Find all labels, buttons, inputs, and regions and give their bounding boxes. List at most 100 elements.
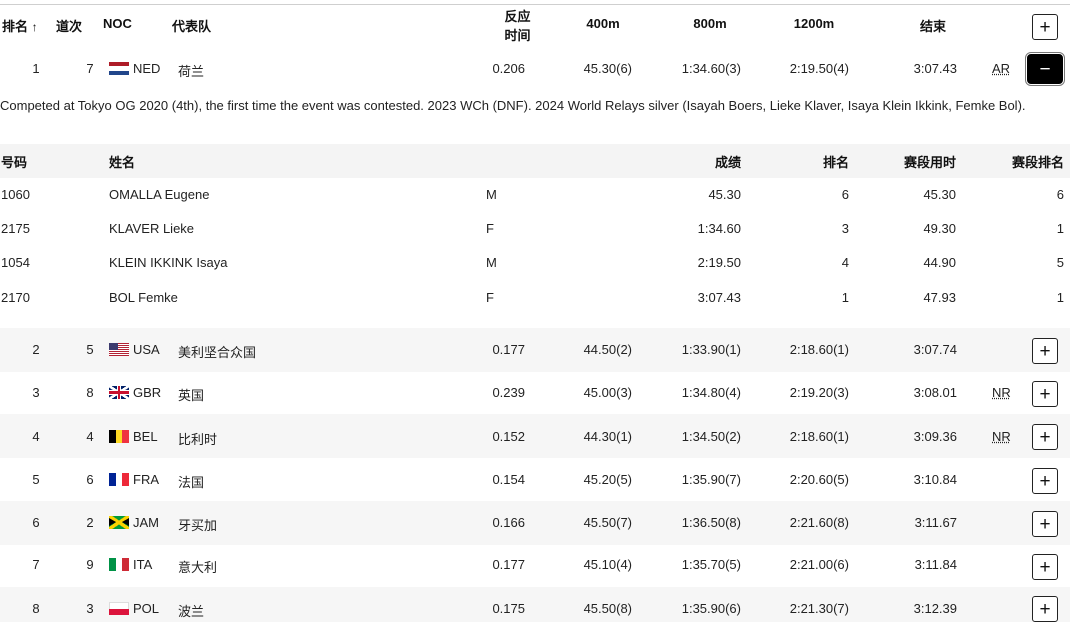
- row-reaction: 0.152: [492, 429, 525, 444]
- row-rank: 8: [32, 601, 40, 616]
- expand-row-button[interactable]: +: [1032, 468, 1058, 494]
- subheader-split-rank: 赛段排名: [1011, 155, 1064, 170]
- athlete-split: 44.90: [923, 255, 956, 270]
- row-result: 3:08.01: [913, 385, 957, 400]
- row-800m: 1:35.90(7): [681, 472, 741, 487]
- expand-row-button[interactable]: +: [1032, 381, 1058, 407]
- row-lane: 8: [86, 385, 94, 400]
- row-400m: 45.20(5): [583, 472, 632, 487]
- record-badge[interactable]: NR: [992, 385, 1011, 400]
- row-noc: BEL: [133, 429, 158, 444]
- row-team: 法国: [178, 475, 205, 490]
- row-1200m: 2:18.60(1): [789, 429, 849, 444]
- plus-icon: +: [1039, 513, 1051, 535]
- athlete-split-rank: 6: [1056, 187, 1064, 202]
- collapse-button[interactable]: −: [1025, 52, 1065, 86]
- flag-jam-icon: [109, 516, 129, 529]
- row-400m: 44.50(2): [583, 342, 632, 357]
- header-team: 代表队: [172, 19, 212, 34]
- subheader-split: 赛段用时: [903, 155, 956, 170]
- row-lane: 9: [86, 557, 94, 572]
- plus-icon: +: [1039, 426, 1051, 448]
- header-reaction: 反应 时间: [495, 7, 540, 45]
- row-reaction: 0.154: [492, 472, 525, 487]
- row-1200m: 2:19.50(4): [789, 61, 849, 76]
- record-badge[interactable]: NR: [992, 429, 1011, 444]
- plus-icon: +: [1039, 556, 1051, 578]
- expand-row-button[interactable]: +: [1032, 338, 1058, 364]
- athlete-bib: 1060: [1, 187, 30, 202]
- row-1200m: 2:18.60(1): [789, 342, 849, 357]
- row-noc: ITA: [133, 557, 153, 572]
- flag-ned-icon: [109, 62, 129, 75]
- row-result: 3:11.67: [914, 515, 957, 530]
- flag-bel-icon: [109, 430, 129, 443]
- row-800m: 1:33.90(1): [681, 342, 741, 357]
- row-lane: 2: [86, 515, 94, 530]
- subheader-place: 排名: [822, 155, 849, 170]
- athlete-bib: 2170: [1, 290, 30, 305]
- row-noc: GBR: [133, 385, 162, 400]
- plus-icon: +: [1039, 470, 1051, 492]
- row-1200m: 2:20.60(5): [789, 472, 849, 487]
- subheader-name: 姓名: [109, 155, 136, 170]
- row-result: 3:09.36: [913, 429, 957, 444]
- expand-row-button[interactable]: +: [1032, 596, 1058, 622]
- row-team: 牙买加: [178, 518, 218, 533]
- row-800m: 1:35.70(5): [681, 557, 741, 572]
- row-1200m: 2:19.20(3): [789, 385, 849, 400]
- athlete-name[interactable]: OMALLA Eugene: [109, 187, 209, 202]
- row-noc: JAM: [133, 515, 159, 530]
- header-reaction-line2: 时间: [504, 28, 531, 43]
- expand-all-button[interactable]: +: [1032, 14, 1058, 40]
- row-lane: 6: [86, 472, 94, 487]
- header-800m: 800m: [693, 16, 727, 31]
- athlete-place: 6: [841, 187, 849, 202]
- row-reaction: 0.177: [492, 342, 525, 357]
- plus-icon: +: [1039, 598, 1051, 620]
- flag-ita-icon: [109, 558, 129, 571]
- row-400m: 45.50(8): [583, 601, 632, 616]
- header-noc: NOC: [103, 16, 132, 31]
- header-rank[interactable]: 排名 ↑: [2, 16, 38, 35]
- row-400m: 44.30(1): [583, 429, 632, 444]
- expand-row-button[interactable]: +: [1032, 554, 1058, 580]
- row-reaction: 0.177: [492, 557, 525, 572]
- flag-usa-icon: [109, 343, 129, 356]
- flag-fra-icon: [109, 473, 129, 486]
- row-800m: 1:36.50(8): [681, 515, 741, 530]
- row-lane: 7: [86, 61, 94, 76]
- plus-icon: +: [1039, 340, 1051, 362]
- athlete-mark: 3:07.43: [697, 290, 741, 305]
- athlete-place: 1: [841, 290, 849, 305]
- athlete-name[interactable]: KLEIN IKKINK Isaya: [109, 255, 228, 270]
- athlete-split: 49.30: [923, 221, 956, 236]
- athlete-place: 3: [841, 221, 849, 236]
- row-team: 荷兰: [178, 64, 205, 79]
- minus-icon: −: [1039, 58, 1051, 80]
- row-team: 意大利: [178, 560, 218, 575]
- athlete-bib: 1054: [1, 255, 30, 270]
- athlete-split: 47.93: [923, 290, 956, 305]
- athlete-split-rank: 1: [1056, 290, 1064, 305]
- row-lane: 5: [86, 342, 94, 357]
- plus-icon: +: [1039, 383, 1051, 405]
- expand-row-button[interactable]: +: [1032, 511, 1058, 537]
- row-noc: FRA: [133, 472, 159, 487]
- row-400m: 45.00(3): [583, 385, 632, 400]
- row-400m: 45.30(6): [583, 61, 632, 76]
- header-rank-label: 排名: [2, 19, 29, 34]
- athlete-mark: 2:19.50: [697, 255, 741, 270]
- flag-pol-icon: [109, 602, 129, 615]
- athlete-name[interactable]: BOL Femke: [109, 290, 178, 305]
- athlete-sex: F: [486, 290, 494, 305]
- row-noc: POL: [133, 601, 160, 616]
- row-rank: 5: [32, 472, 40, 487]
- athlete-name[interactable]: KLAVER Lieke: [109, 221, 194, 236]
- header-400m: 400m: [586, 16, 620, 31]
- row-reaction: 0.175: [492, 601, 525, 616]
- athlete-split: 45.30: [923, 187, 956, 202]
- record-badge[interactable]: AR: [992, 61, 1010, 76]
- header-1200m: 1200m: [793, 16, 835, 31]
- expand-row-button[interactable]: +: [1032, 424, 1058, 450]
